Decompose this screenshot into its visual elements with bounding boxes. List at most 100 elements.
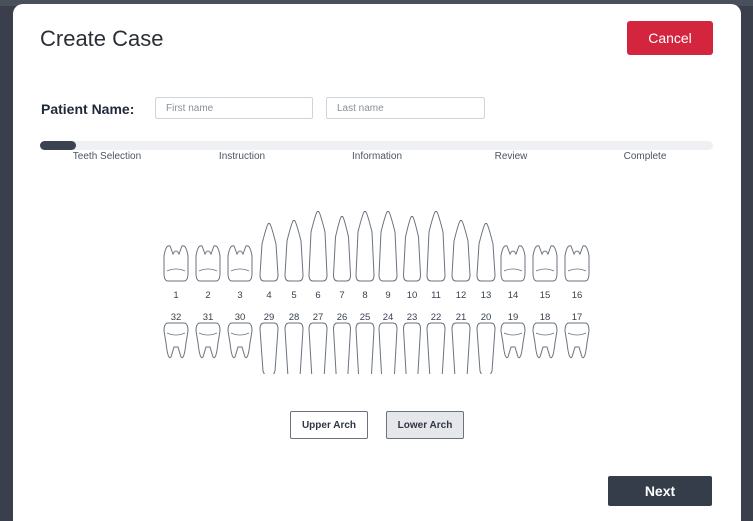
tooth-shape[interactable] bbox=[163, 245, 189, 282]
lower-arch-button[interactable]: Lower Arch bbox=[386, 411, 464, 439]
tooth-4[interactable] bbox=[259, 222, 279, 282]
tooth-7[interactable] bbox=[332, 215, 352, 282]
tooth-25[interactable] bbox=[355, 322, 375, 374]
tooth-shape[interactable] bbox=[500, 322, 526, 359]
tooth-29[interactable] bbox=[259, 322, 279, 374]
tooth-shape[interactable] bbox=[451, 322, 471, 374]
tooth-10[interactable] bbox=[402, 215, 422, 282]
progress-step-information: Information bbox=[351, 151, 403, 162]
tooth-30[interactable] bbox=[227, 322, 253, 359]
tooth-21[interactable] bbox=[451, 322, 471, 374]
tooth-shape[interactable] bbox=[532, 245, 558, 282]
tooth-number-5: 5 bbox=[291, 290, 296, 301]
tooth-shape[interactable] bbox=[426, 210, 446, 282]
upper-arch-button[interactable]: Upper Arch bbox=[290, 411, 368, 439]
tooth-number-6: 6 bbox=[315, 290, 320, 301]
tooth-shape[interactable] bbox=[402, 215, 422, 282]
tooth-shape[interactable] bbox=[163, 322, 189, 359]
tooth-number-13: 13 bbox=[481, 290, 492, 301]
tooth-number-16: 16 bbox=[572, 290, 583, 301]
tooth-shape[interactable] bbox=[227, 322, 253, 359]
tooth-16[interactable] bbox=[564, 245, 590, 282]
tooth-14[interactable] bbox=[500, 245, 526, 282]
tooth-18[interactable] bbox=[532, 322, 558, 359]
tooth-3[interactable] bbox=[227, 245, 253, 282]
tooth-shape[interactable] bbox=[259, 322, 279, 374]
tooth-shape[interactable] bbox=[476, 322, 496, 374]
tooth-number-30: 30 bbox=[235, 312, 246, 323]
tooth-chart: 1 2 3 4 5 6 7 8 9 10 11 12 13 14 15 1632 31 30 29 28 27 26 25 2… bbox=[163, 210, 590, 374]
tooth-number-14: 14 bbox=[508, 290, 519, 301]
tooth-23[interactable] bbox=[402, 322, 422, 374]
tooth-number-9: 9 bbox=[385, 290, 390, 301]
tooth-32[interactable] bbox=[163, 322, 189, 359]
tooth-5[interactable] bbox=[284, 219, 304, 282]
patient-name-label: Patient Name: bbox=[41, 101, 135, 117]
tooth-2[interactable] bbox=[195, 245, 221, 282]
tooth-shape[interactable] bbox=[426, 322, 446, 374]
progress-bar bbox=[40, 141, 713, 150]
tooth-shape[interactable] bbox=[259, 222, 279, 282]
tooth-17[interactable] bbox=[564, 322, 590, 359]
tooth-shape[interactable] bbox=[476, 222, 496, 282]
progress-step-complete: Complete bbox=[623, 151, 667, 162]
tooth-20[interactable] bbox=[476, 322, 496, 374]
tooth-shape[interactable] bbox=[355, 210, 375, 282]
tooth-24[interactable] bbox=[378, 322, 398, 374]
tooth-shape[interactable] bbox=[451, 219, 471, 282]
tooth-shape[interactable] bbox=[500, 245, 526, 282]
tooth-shape[interactable] bbox=[532, 322, 558, 359]
tooth-number-11: 11 bbox=[431, 290, 441, 301]
cancel-button[interactable]: Cancel bbox=[627, 21, 713, 55]
tooth-number-27: 27 bbox=[313, 312, 324, 323]
progress-step-review: Review bbox=[494, 151, 528, 162]
tooth-shape[interactable] bbox=[308, 210, 328, 282]
tooth-26[interactable] bbox=[332, 322, 352, 374]
tooth-number-21: 21 bbox=[456, 312, 467, 323]
tooth-shape[interactable] bbox=[355, 322, 375, 374]
tooth-15[interactable] bbox=[532, 245, 558, 282]
tooth-31[interactable] bbox=[195, 322, 221, 359]
tooth-shape[interactable] bbox=[378, 322, 398, 374]
tooth-number-3: 3 bbox=[237, 290, 242, 301]
tooth-shape[interactable] bbox=[402, 322, 422, 374]
tooth-9[interactable] bbox=[378, 210, 398, 282]
tooth-shape[interactable] bbox=[332, 215, 352, 282]
tooth-28[interactable] bbox=[284, 322, 304, 374]
tooth-11[interactable] bbox=[426, 210, 446, 282]
tooth-number-15: 15 bbox=[540, 290, 551, 301]
tooth-shape[interactable] bbox=[564, 322, 590, 359]
tooth-6[interactable] bbox=[308, 210, 328, 282]
tooth-number-18: 18 bbox=[540, 312, 551, 323]
tooth-number-22: 22 bbox=[431, 312, 442, 323]
tooth-number-10: 10 bbox=[407, 290, 418, 301]
tooth-shape[interactable] bbox=[227, 245, 253, 282]
tooth-shape[interactable] bbox=[332, 322, 352, 374]
tooth-shape[interactable] bbox=[195, 245, 221, 282]
tooth-shape[interactable] bbox=[378, 210, 398, 282]
tooth-number-20: 20 bbox=[481, 312, 492, 323]
modal-title: Create Case bbox=[40, 26, 164, 51]
tooth-number-25: 25 bbox=[360, 312, 371, 323]
progress-bar-fill bbox=[40, 141, 77, 150]
tooth-number-2: 2 bbox=[205, 290, 210, 301]
tooth-number-26: 26 bbox=[337, 312, 348, 323]
tooth-number-8: 8 bbox=[362, 290, 367, 301]
tooth-shape[interactable] bbox=[284, 219, 304, 282]
create-case-modal: Create Case Cancel Patient Name: Teeth S… bbox=[13, 4, 741, 521]
tooth-8[interactable] bbox=[355, 210, 375, 282]
tooth-12[interactable] bbox=[451, 219, 471, 282]
first-name-input[interactable] bbox=[155, 97, 313, 119]
tooth-number-4: 4 bbox=[266, 290, 271, 301]
tooth-shape[interactable] bbox=[308, 322, 328, 374]
tooth-13[interactable] bbox=[476, 222, 496, 282]
last-name-input[interactable] bbox=[326, 97, 485, 119]
tooth-27[interactable] bbox=[308, 322, 328, 374]
tooth-1[interactable] bbox=[163, 245, 189, 282]
tooth-22[interactable] bbox=[426, 322, 446, 374]
tooth-shape[interactable] bbox=[195, 322, 221, 359]
next-button[interactable]: Next bbox=[608, 476, 712, 506]
tooth-shape[interactable] bbox=[564, 245, 590, 282]
tooth-shape[interactable] bbox=[284, 322, 304, 374]
tooth-19[interactable] bbox=[500, 322, 526, 359]
